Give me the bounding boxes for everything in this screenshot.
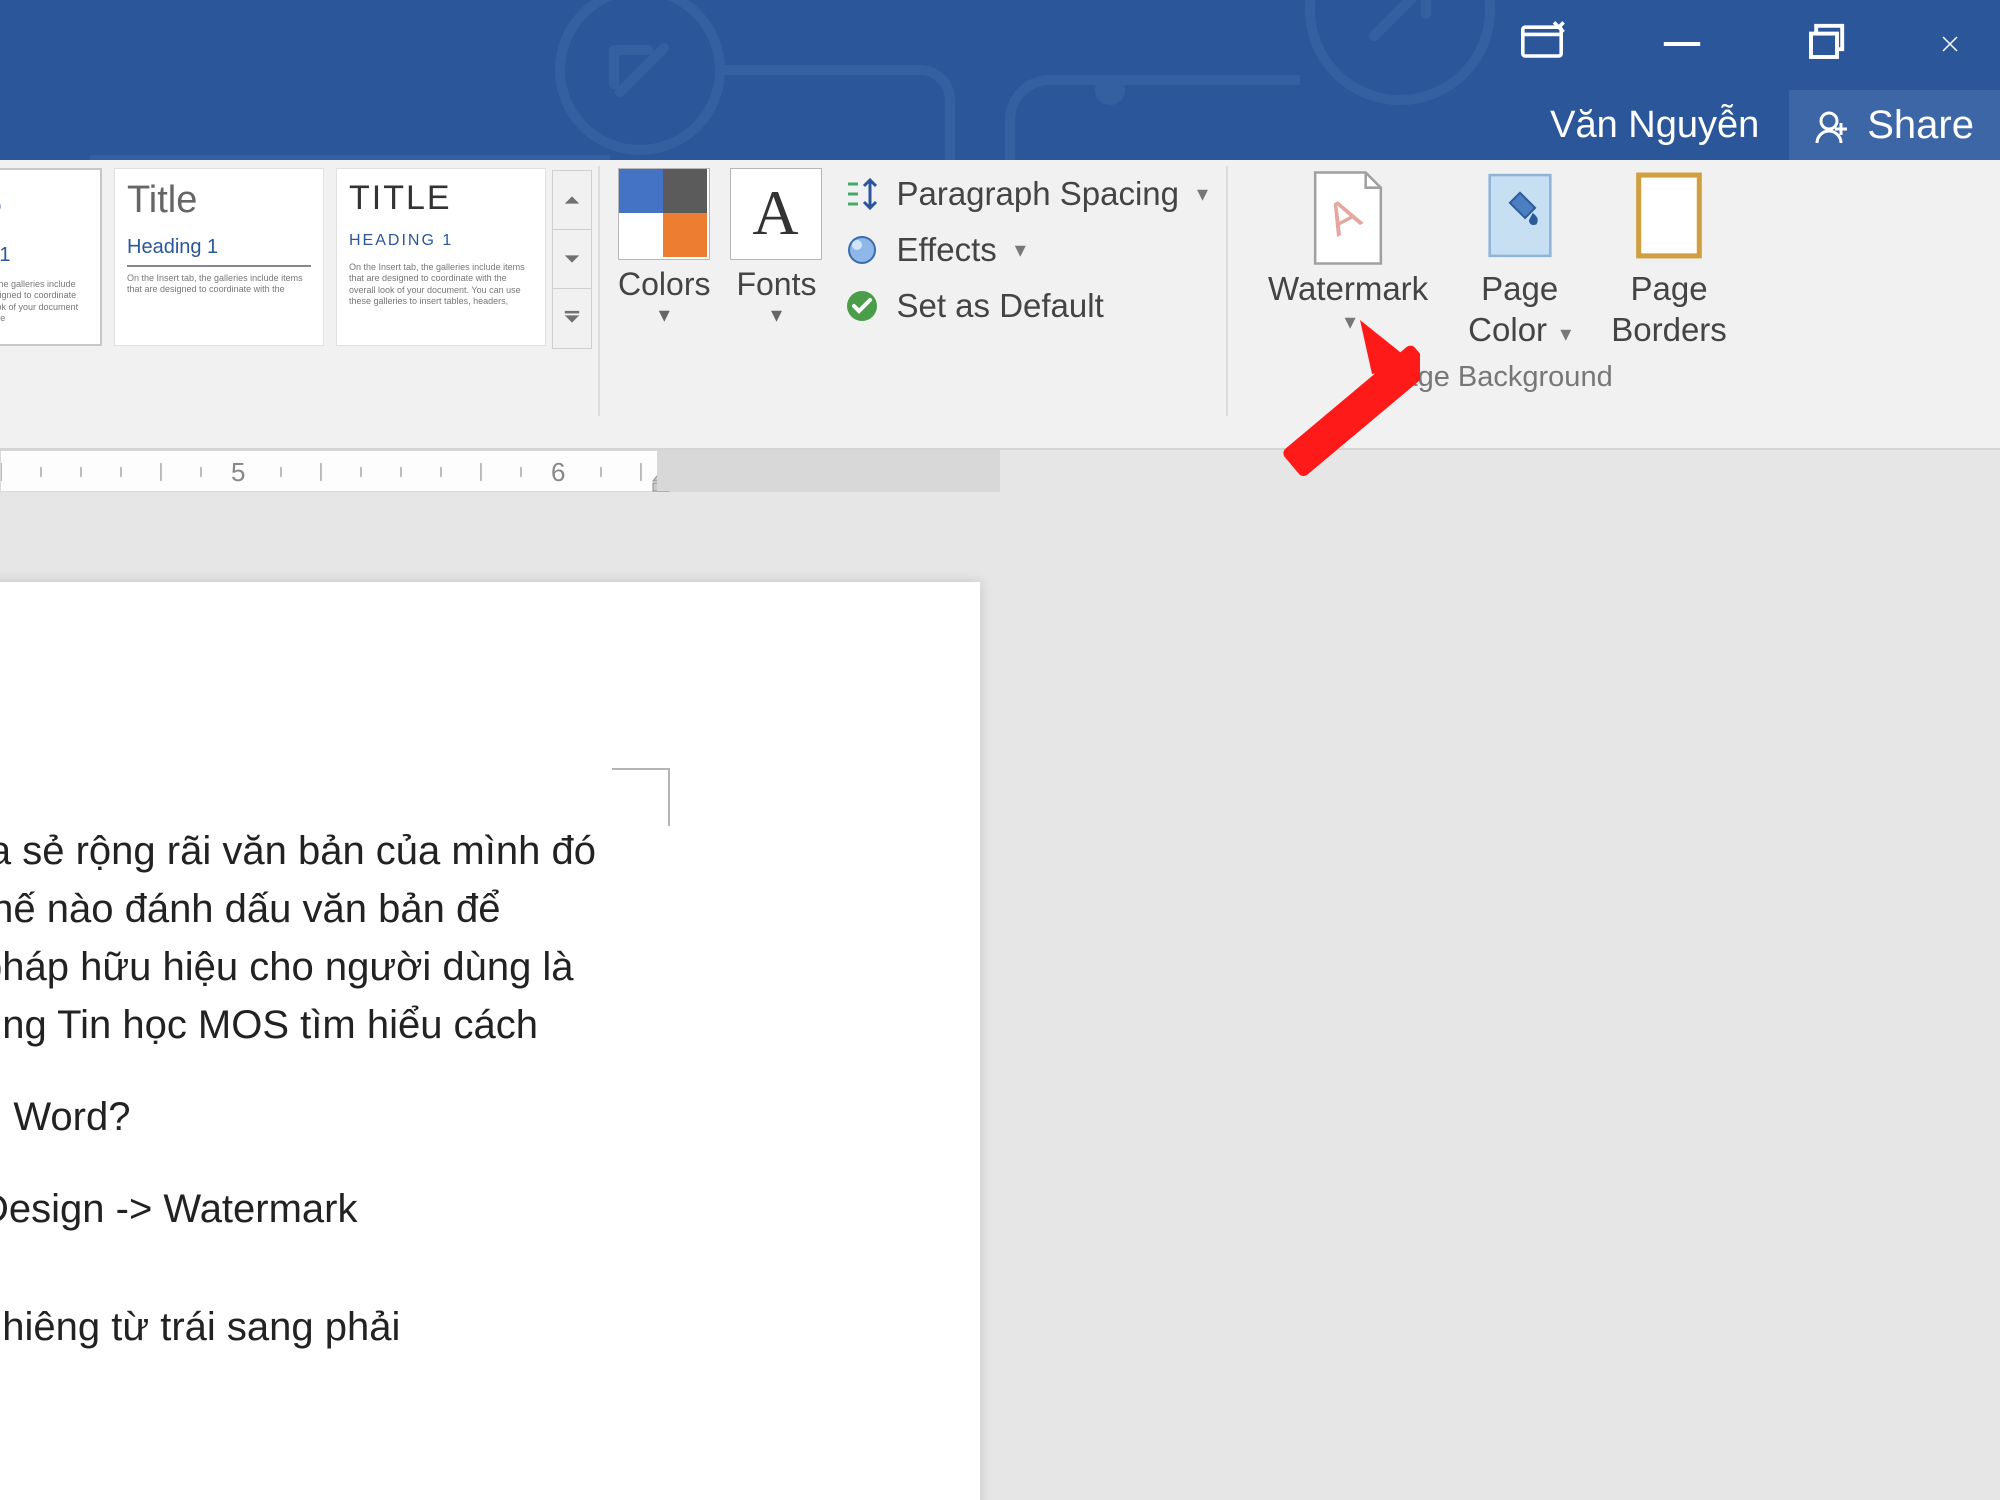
watermark-icon: A xyxy=(1303,168,1393,268)
text-line: Design -> Watermark xyxy=(0,1180,940,1238)
effects-label: Effects xyxy=(896,231,996,269)
watermark-label: Watermark xyxy=(1268,268,1428,309)
fonts-button[interactable]: A Fonts ▾ xyxy=(730,168,822,320)
page-color-icon xyxy=(1475,168,1565,268)
ribbon: tle ding 1 nsert tab, the galleries incl… xyxy=(0,160,2000,450)
page-borders-label: Page Borders xyxy=(1611,268,1727,351)
style-body: nsert tab, the galleries include items e… xyxy=(0,273,88,324)
text-line: thế nào đánh dấu văn bản để xyxy=(0,887,500,931)
style-title: tle xyxy=(0,180,88,230)
restore-button[interactable] xyxy=(1798,18,1850,70)
colors-label: Colors xyxy=(618,266,710,303)
fonts-label: Fonts xyxy=(736,266,816,303)
paragraph-spacing-button[interactable]: Paragraph Spacing ▾ xyxy=(842,174,1208,214)
ruler-number: 6 xyxy=(551,457,565,488)
fonts-icon: A xyxy=(731,169,819,257)
style-set-1[interactable]: tle ding 1 nsert tab, the galleries incl… xyxy=(0,168,102,346)
text-line: ùng Tin học MOS tìm hiểu cách xyxy=(0,1003,538,1047)
gallery-more[interactable] xyxy=(553,289,591,348)
text-line: ghiêng từ trái sang phải xyxy=(0,1298,940,1356)
document-formatting-controls: Colors ▾ A Fonts ▾ Paragraph Spacing ▾ E… xyxy=(600,160,1226,448)
colors-icon xyxy=(619,169,707,257)
gallery-scroll-down[interactable] xyxy=(553,230,591,289)
paragraph-spacing-icon xyxy=(842,174,882,214)
close-button[interactable] xyxy=(1940,18,1960,70)
style-title: Title xyxy=(127,179,311,222)
set-as-default-label: Set as Default xyxy=(896,287,1103,325)
style-body: On the Insert tab, the galleries include… xyxy=(349,256,533,307)
page[interactable]: ia sẻ rộng rãi văn bản của mình đó thế n… xyxy=(0,582,980,1500)
ribbon-display-options-button[interactable] xyxy=(1518,20,1566,68)
page-borders-button[interactable]: Page Borders xyxy=(1611,168,1727,351)
document-area[interactable]: ia sẻ rộng rãi văn bản của mình đó thế n… xyxy=(0,492,2000,1500)
gallery-scroll-up[interactable] xyxy=(553,171,591,230)
effects-icon xyxy=(842,230,882,270)
set-as-default-button[interactable]: Set as Default xyxy=(842,286,1208,326)
chevron-down-icon: ▾ xyxy=(1197,181,1208,207)
chevron-down-icon: ▾ xyxy=(1560,321,1571,346)
style-heading: ding 1 xyxy=(0,244,88,267)
ruler-number: 7 xyxy=(831,457,845,488)
text-line: ia sẻ rộng rãi văn bản của mình đó xyxy=(0,829,596,873)
gallery-scroll xyxy=(552,170,592,349)
share-label: Share xyxy=(1867,103,1974,148)
account-name[interactable]: Văn Nguyễn xyxy=(1550,104,1789,147)
check-circle-icon xyxy=(842,286,882,326)
style-set-3[interactable]: TITLE HEADING 1 On the Insert tab, the g… xyxy=(336,168,546,346)
page-color-label: Page Color ▾ xyxy=(1468,268,1571,351)
annotation-arrow xyxy=(1200,320,1420,580)
style-heading: HEADING 1 xyxy=(349,232,533,250)
text-line: g Word? xyxy=(0,1088,940,1146)
chevron-down-icon: ▾ xyxy=(1015,237,1026,263)
style-gallery[interactable]: tle ding 1 nsert tab, the galleries incl… xyxy=(0,168,552,346)
ruler-number: 5 xyxy=(231,457,245,488)
title-bar: Văn Nguyễn Share xyxy=(0,0,2000,160)
style-set-2[interactable]: Title Heading 1 On the Insert tab, the g… xyxy=(114,168,324,346)
text-line: pháp hữu hiệu cho người dùng là xyxy=(0,945,574,989)
effects-button[interactable]: Effects ▾ xyxy=(842,230,1208,270)
minimize-button[interactable] xyxy=(1656,18,1708,70)
style-heading: Heading 1 xyxy=(127,236,311,259)
colors-button[interactable]: Colors ▾ xyxy=(618,168,710,320)
page-borders-icon xyxy=(1624,168,1714,268)
page-color-button[interactable]: Page Color ▾ xyxy=(1468,168,1571,351)
document-formatting-group: tle ding 1 nsert tab, the galleries incl… xyxy=(0,160,598,448)
chevron-down-icon: ▾ xyxy=(771,309,782,320)
style-body: On the Insert tab, the galleries include… xyxy=(127,265,311,296)
style-title: TITLE xyxy=(349,179,533,218)
chevron-down-icon: ▾ xyxy=(659,309,670,320)
share-button[interactable]: Share xyxy=(1789,90,2000,160)
paragraph-spacing-label: Paragraph Spacing xyxy=(896,175,1179,213)
document-body[interactable]: ia sẻ rộng rãi văn bản của mình đó thế n… xyxy=(0,822,940,1356)
horizontal-ruler[interactable]: 5 6 7 xyxy=(0,450,2000,492)
